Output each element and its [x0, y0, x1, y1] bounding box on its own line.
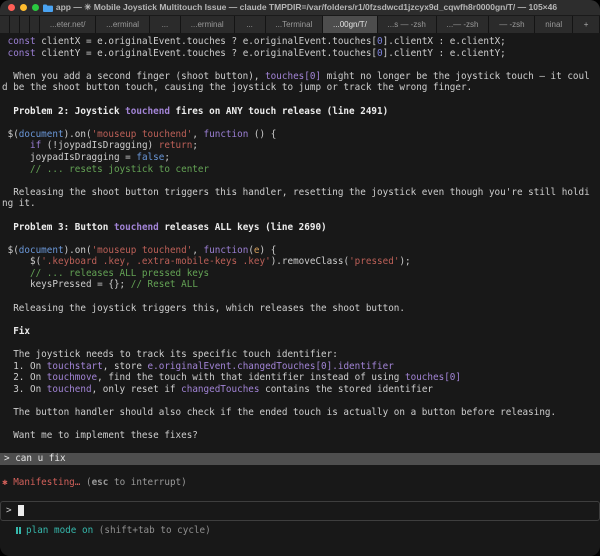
tab-bar: ...eter.net/...erminal... ...erminal.....…: [0, 16, 600, 33]
terminal-line: Problem 3: Button touchend releases ALL …: [2, 221, 327, 233]
tab[interactable]: [10, 16, 20, 33]
tab[interactable]: ninal: [535, 16, 574, 33]
terminal-line: The joystick needs to track its specific…: [2, 349, 338, 361]
traffic-lights: [8, 4, 39, 11]
zoom-button[interactable]: [32, 4, 39, 11]
terminal-lines: const clientX = e.originalEvent.touches …: [0, 36, 600, 500]
tab[interactable]: ...: [234, 16, 266, 33]
terminal-line: ng it.: [2, 198, 36, 210]
terminal-line: Problem 2: Joystick touchend fires on AN…: [2, 105, 389, 117]
tab[interactable]: [30, 16, 40, 33]
window-title-text: app — ✳ Mobile Joystick Multitouch Issue…: [55, 2, 558, 12]
terminal-line: d be the shoot button touch, causing the…: [2, 82, 473, 94]
tab[interactable]: ...— -zsh: [436, 16, 490, 33]
tab[interactable]: ...00gn/T/: [323, 16, 378, 33]
terminal-line: Releasing the shoot button triggers this…: [2, 186, 590, 198]
terminal-line: ✱ Manifesting… (esc to interrupt): [2, 476, 187, 488]
tab[interactable]: ...s — -zsh: [377, 16, 437, 33]
terminal-line: const clientY = e.originalEvent.touches …: [2, 47, 506, 59]
pause-icon: [16, 527, 18, 535]
prompt-input[interactable]: >: [0, 500, 600, 521]
terminal-line: joypadIsDragging = false;: [2, 151, 170, 163]
terminal-line: // ... releases ALL pressed keys: [2, 267, 210, 279]
user-message-row: > can u fix: [0, 453, 600, 465]
tab[interactable]: ...Terminal: [265, 16, 324, 33]
terminal-line: Want me to implement these fixes?: [2, 430, 198, 442]
minimize-button[interactable]: [20, 4, 27, 11]
terminal-line: 2. On touchmove, find the touch with tha…: [2, 372, 461, 384]
window-title: app — ✳ Mobile Joystick Multitouch Issue…: [42, 2, 558, 13]
tab[interactable]: [0, 16, 10, 33]
tab[interactable]: [20, 16, 30, 33]
plan-mode-hint-text: (shift+tab to cycle): [98, 524, 211, 536]
tab[interactable]: ...erminal: [96, 16, 150, 33]
terminal-line: The button handler should also check if …: [2, 407, 557, 418]
terminal-line: $('.keyboard .key, .extra-mobile-keys .k…: [2, 256, 411, 268]
terminal-line: Fix: [2, 325, 30, 337]
close-button[interactable]: [8, 4, 15, 11]
tab[interactable]: ...erminal: [180, 16, 235, 33]
prompt-symbol: >: [6, 504, 12, 516]
terminal-line: keysPressed = {}; // Reset ALL: [2, 279, 198, 291]
new-tab-button[interactable]: +: [573, 16, 600, 33]
terminal-line: // ... resets joystick to center: [2, 163, 210, 175]
terminal-content[interactable]: const clientX = e.originalEvent.touches …: [0, 33, 600, 556]
text-cursor: [17, 505, 24, 517]
tab[interactable]: ...: [149, 16, 181, 33]
status-bar: plan mode on (shift+tab to cycle): [2, 521, 598, 537]
tab[interactable]: — -zsh: [489, 16, 536, 33]
terminal-line: When you add a second finger (shoot butt…: [2, 70, 590, 82]
plan-mode-label: plan mode on: [26, 524, 94, 536]
tab[interactable]: ...eter.net/: [40, 16, 97, 33]
terminal-line: Releasing the joystick triggers this, wh…: [2, 302, 405, 314]
folder-icon: [42, 4, 53, 12]
terminal-line: $(document).on('mouseup touchend', funct…: [2, 128, 277, 140]
title-bar[interactable]: app — ✳ Mobile Joystick Multitouch Issue…: [0, 0, 600, 16]
terminal-window: app — ✳ Mobile Joystick Multitouch Issue…: [0, 0, 600, 556]
terminal-line: 3. On touchend, only reset if changedTou…: [2, 383, 434, 395]
terminal-line: 1. On touchstart, store e.originalEvent.…: [2, 360, 394, 372]
terminal-line: const clientX = e.originalEvent.touches …: [2, 36, 506, 47]
terminal-line: if (!joypadIsDragging) return;: [30, 140, 198, 152]
terminal-line: $(document).on('mouseup touchend', funct…: [2, 244, 277, 256]
